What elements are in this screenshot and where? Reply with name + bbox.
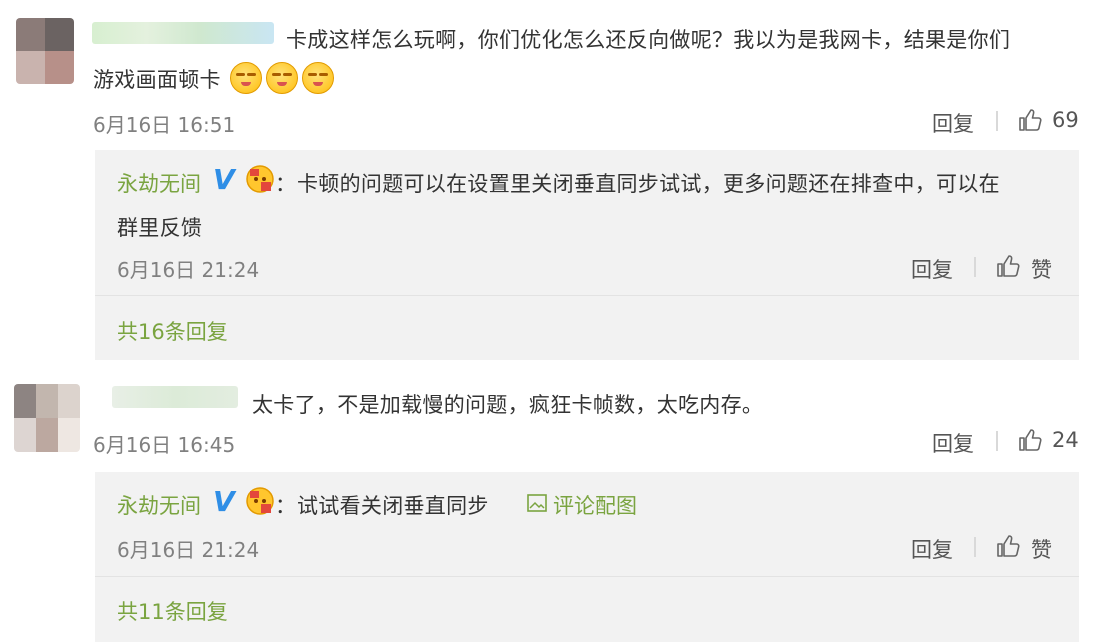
comment-text-line2: 游戏画面顿卡 [93,68,221,92]
reply-timestamp: 6月16日 21:24 [117,258,260,282]
view-more-replies-link[interactable]: 共11条回复 [117,596,228,626]
official-reply-text: 试试看关闭垂直同步 [297,494,489,518]
like-button-label[interactable]: 赞 [1031,534,1052,564]
official-reply-box: 永劫无间 V ： 试试看关闭垂直同步 评论配图 6月16日 21:24 回复 赞… [95,472,1079,642]
action-divider [996,431,998,451]
reply-button[interactable]: 回复 [932,108,974,138]
username-blurred[interactable] [92,22,274,44]
like-button-label[interactable]: 赞 [1031,254,1052,284]
thumbs-up-icon[interactable] [995,533,1021,559]
thumbs-up-icon[interactable] [1017,427,1043,453]
action-divider [974,537,976,557]
action-divider [974,257,976,277]
comment-text: 太卡了，不是加载慢的问题，疯狂卡帧数，太吃内存。 [252,393,764,417]
comment-text: 卡成这样怎么玩啊，你们优化怎么还反向做呢？我以为是我网卡，结果是你们 [286,28,1011,52]
reply-button[interactable]: 回复 [911,254,953,284]
thumbs-up-icon[interactable] [995,253,1021,279]
comment-timestamp: 6月16日 16:51 [93,113,236,137]
official-reply-colon: ： [275,172,297,196]
reply-timestamp: 6月16日 21:24 [117,538,260,562]
official-reply-box: 永劫无间 V ： 卡顿的问题可以在设置里关闭垂直同步试试，更多问题还在排查中，可… [95,150,1079,360]
official-reply-colon: ： [275,494,297,518]
vip-badge-icon [246,165,274,193]
reply-box-divider [95,576,1079,577]
avatar[interactable] [16,18,74,84]
verified-badge-icon: V [213,485,235,518]
official-reply-text: 卡顿的问题可以在设置里关闭垂直同步试试，更多问题还在排查中，可以在 [297,172,1000,196]
image-icon[interactable] [527,494,547,512]
official-reply-text-line2: 群里反馈 [117,216,203,240]
sweat-face-emoji-icon [230,62,262,94]
action-divider [996,111,998,131]
reply-button[interactable]: 回复 [911,534,953,564]
comment-item: 卡成这样怎么玩啊，你们优化怎么还反向做呢？我以为是我网卡，结果是你们 游戏画面顿… [0,0,1100,366]
comment-image-link[interactable]: 评论配图 [553,490,637,520]
comment-timestamp: 6月16日 16:45 [93,433,236,457]
comment-item: 太卡了，不是加载慢的问题，疯狂卡帧数，太吃内存。 6月16日 16:45 回复 … [0,366,1100,642]
verified-badge-icon: V [213,163,235,196]
reply-box-divider [95,295,1079,296]
reply-button[interactable]: 回复 [932,428,974,458]
vip-badge-icon [246,487,274,515]
official-author-name[interactable]: 永劫无间 [117,168,201,198]
like-count: 69 [1052,108,1079,132]
sweat-face-emoji-icon [302,62,334,94]
like-count: 24 [1052,428,1079,452]
thumbs-up-icon[interactable] [1017,107,1043,133]
username-blurred[interactable] [112,386,238,408]
official-author-name[interactable]: 永劫无间 [117,490,201,520]
view-more-replies-link[interactable]: 共16条回复 [117,316,228,346]
sweat-face-emoji-icon [266,62,298,94]
avatar[interactable] [14,384,80,452]
